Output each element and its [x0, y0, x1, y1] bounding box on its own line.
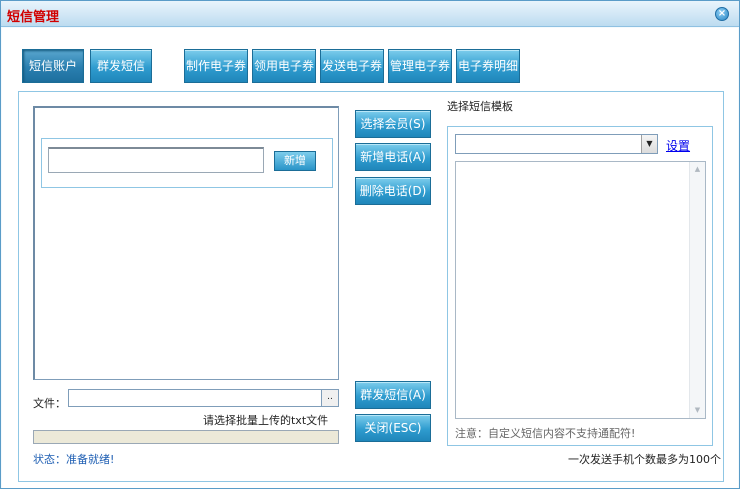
chevron-down-icon[interactable]: ▼ [641, 135, 657, 153]
send-limit-text: 一次发送手机个数最多为100个 [568, 453, 721, 466]
content-scrollbar[interactable]: ▲ ▼ [689, 162, 705, 418]
status-text: 状态：准备就绪! [33, 453, 115, 466]
close-icon[interactable]: × [715, 7, 729, 21]
template-notice: 注意：自定义短信内容不支持通配符! [455, 427, 636, 440]
mass-send-button[interactable]: 群发短信(A) [355, 381, 431, 409]
tab-claim-coupon[interactable]: 领用电子券 [252, 49, 316, 83]
delete-phone-button[interactable]: 删除电话(D) [355, 177, 431, 205]
template-panel: ▼ 设置 ▲ ▼ 注意：自定义短信内容不支持通配符! [447, 126, 713, 446]
main-panel: 新增 选择会员(S) 新增电话(A) 删除电话(D) 群发短信(A) 关闭(ES… [18, 91, 724, 482]
browse-button[interactable]: .. [321, 389, 339, 407]
template-label: 选择短信模板 [447, 100, 513, 113]
sms-content-textarea[interactable]: ▲ ▼ [455, 161, 706, 419]
file-path-input[interactable] [68, 389, 322, 407]
window-body: 短信账户 群发短信 制作电子券 领用电子券 发送电子券 管理电子券 电子券明细 … [2, 28, 738, 488]
add-phone-button[interactable]: 新增电话(A) [355, 143, 431, 171]
phone-input[interactable] [48, 147, 264, 173]
tab-create-coupon[interactable]: 制作电子券 [184, 49, 248, 83]
tab-coupon-details[interactable]: 电子券明细 [456, 49, 520, 83]
add-button[interactable]: 新增 [274, 151, 316, 171]
sms-management-window: 短信管理 × 短信账户 群发短信 制作电子券 领用电子券 发送电子券 管理电子券… [0, 0, 740, 489]
arrow-down-icon[interactable]: ▼ [690, 403, 705, 418]
title-bar: 短信管理 × [1, 1, 739, 27]
tab-manage-coupon[interactable]: 管理电子券 [388, 49, 452, 83]
template-select[interactable]: ▼ [455, 134, 658, 154]
phone-list[interactable]: 新增 [33, 106, 339, 380]
file-hint: 请选择批量上传的txt文件 [203, 414, 329, 427]
tab-sms-account[interactable]: 短信账户 [22, 49, 84, 83]
settings-link[interactable]: 设置 [666, 137, 690, 154]
add-phone-group: 新增 [41, 138, 333, 188]
tab-send-coupon[interactable]: 发送电子券 [320, 49, 384, 83]
arrow-up-icon[interactable]: ▲ [690, 162, 705, 177]
close-button[interactable]: 关闭(ESC) [355, 414, 431, 442]
window-title: 短信管理 [7, 10, 60, 25]
tab-mass-sms[interactable]: 群发短信 [90, 49, 152, 83]
progress-bar [33, 430, 339, 444]
file-label: 文件： [33, 397, 66, 410]
select-member-button[interactable]: 选择会员(S) [355, 110, 431, 138]
